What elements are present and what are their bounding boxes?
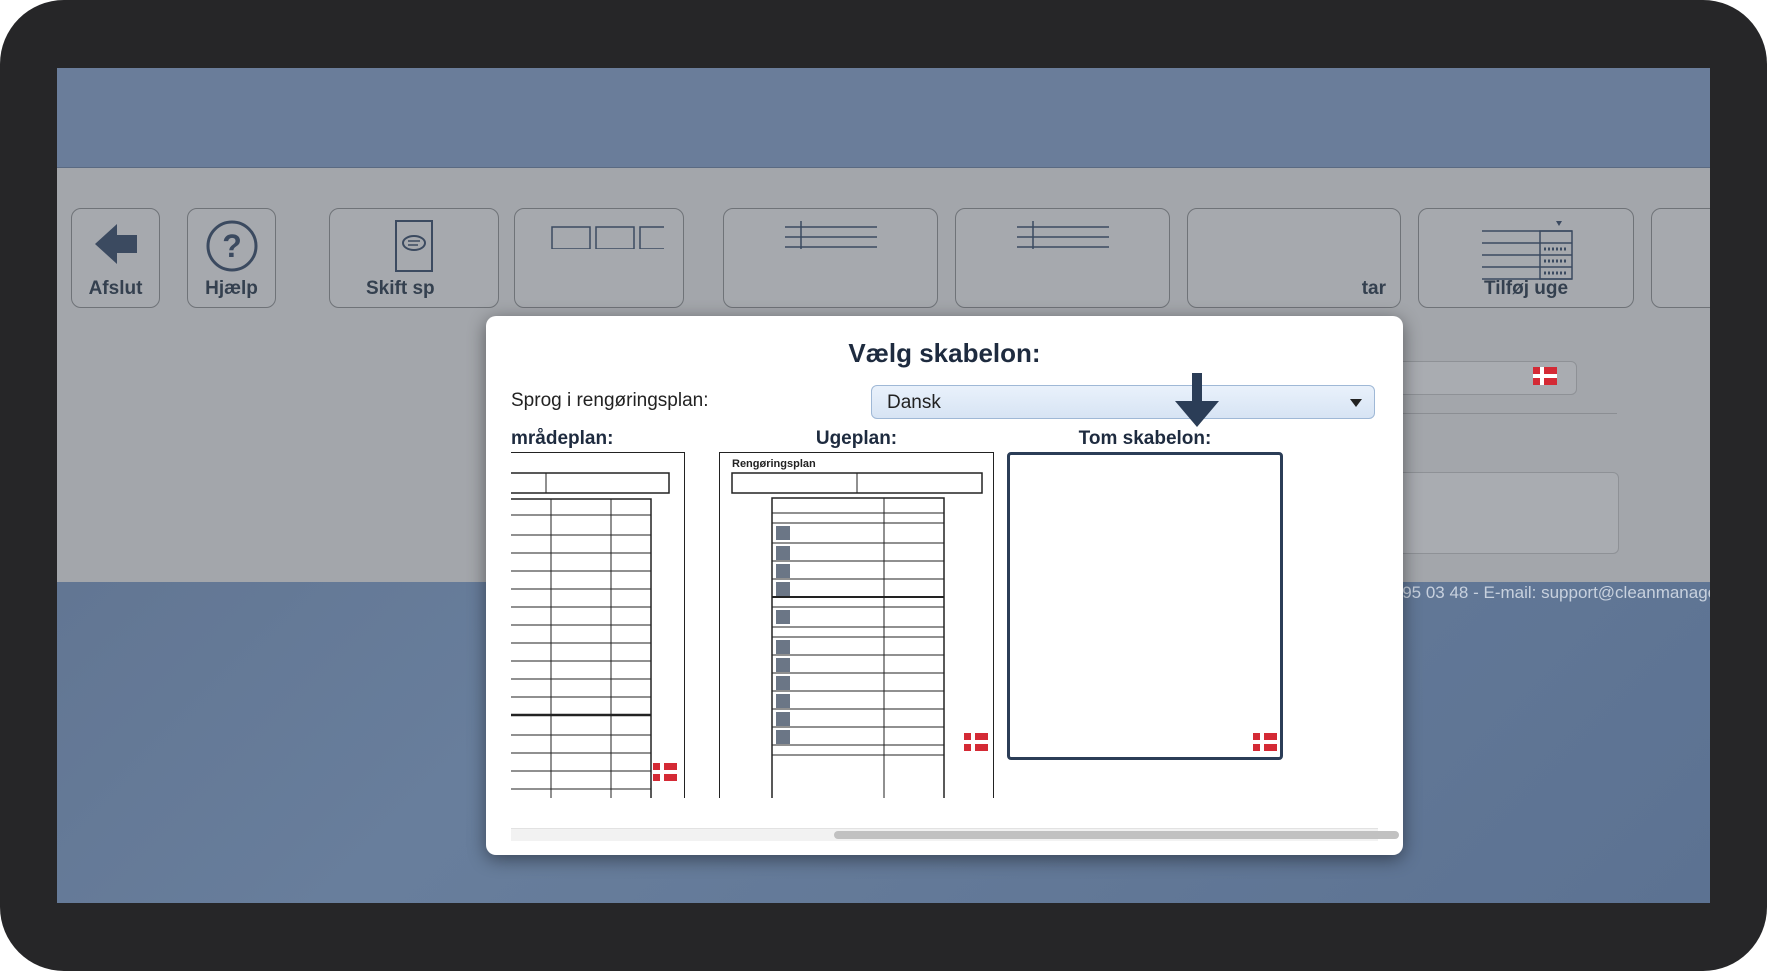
add-week-label: Tilføj uge <box>1483 278 1569 299</box>
table-button-1[interactable] <box>723 208 938 308</box>
svg-text:?: ? <box>222 228 242 264</box>
table-button-2[interactable] <box>955 208 1170 308</box>
speech-document-icon <box>395 220 433 272</box>
danish-flag-icon <box>964 733 988 751</box>
week-plan-preview <box>731 472 983 798</box>
toolbar-button-overflow[interactable] <box>1651 208 1710 308</box>
choose-template-dialog: Vælg skabelon: Sprog i rengøringsplan: D… <box>486 316 1403 855</box>
device-frame: Afslut ? Hjælp Skift sp tar Tilføj uge +… <box>0 0 1767 971</box>
help-button-label: Hjælp <box>205 278 258 299</box>
table-icon <box>784 221 877 249</box>
table-icon <box>1016 221 1109 249</box>
add-column-label: tar <box>1361 278 1386 299</box>
dialog-title: Vælg skabelon: <box>848 338 1041 368</box>
template-preview: Rengøringsplan <box>719 452 994 798</box>
switch-language-button[interactable]: Skift sp <box>329 208 499 308</box>
template-carousel: mrådeplan: Ugeplan: Rengøringsplan Tom s… <box>511 428 1378 798</box>
layout-button[interactable] <box>514 208 684 308</box>
help-button[interactable]: ? Hjælp <box>187 208 276 308</box>
area-plan-preview <box>511 472 670 798</box>
template-preview <box>511 452 685 798</box>
language-label: Sprog i rengøringsplan: <box>511 390 709 411</box>
chevron-down-icon <box>1350 399 1362 407</box>
table-layout-icon <box>551 226 664 249</box>
preview-doc-title: Rengøringsplan <box>732 458 816 470</box>
language-select-value: Dansk <box>887 392 941 413</box>
arrow-down-icon <box>1175 373 1219 427</box>
switch-language-label: Skift sp <box>366 278 435 299</box>
danish-flag-icon <box>653 763 677 781</box>
template-preview <box>1007 452 1283 760</box>
template-title: Tom skabelon: <box>1078 428 1212 449</box>
arrow-left-icon <box>94 224 137 264</box>
add-column-button[interactable]: tar <box>1187 208 1401 308</box>
template-title: Ugeplan: <box>815 428 898 449</box>
question-mark-icon: ? <box>206 220 257 272</box>
app-header-bar <box>57 68 1710 168</box>
exit-button[interactable]: Afslut <box>71 208 160 308</box>
add-week-icon <box>1482 221 1573 280</box>
danish-flag-icon <box>1533 367 1557 385</box>
language-select[interactable]: Dansk <box>871 385 1375 419</box>
exit-button-label: Afslut <box>88 278 143 299</box>
horizontal-scrollbar[interactable] <box>511 828 1399 841</box>
danish-flag-icon <box>1253 733 1277 751</box>
app-screen: Afslut ? Hjælp Skift sp tar Tilføj uge +… <box>57 68 1710 903</box>
scrollbar-thumb[interactable] <box>834 831 1399 839</box>
template-title: mrådeplan: <box>511 428 614 449</box>
add-week-button[interactable]: Tilføj uge <box>1418 208 1634 308</box>
